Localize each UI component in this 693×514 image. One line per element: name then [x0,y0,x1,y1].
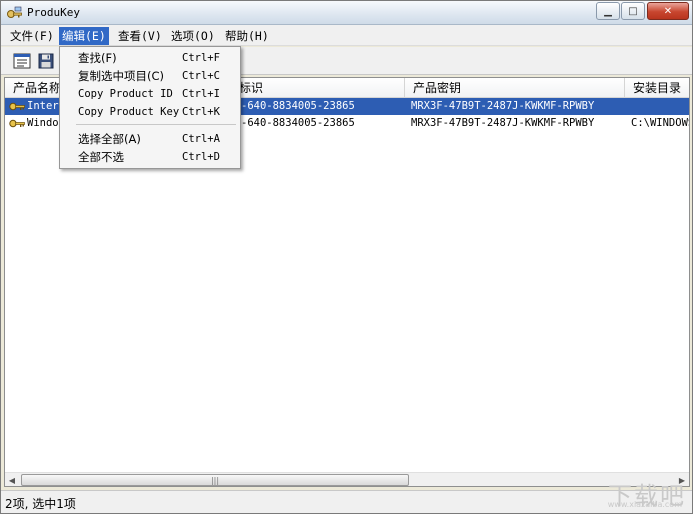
key-icon [7,6,22,18]
window-title: ProduKey [27,6,80,19]
save-button[interactable] [35,50,57,72]
menu-item-shortcut: Ctrl+F [182,52,220,64]
close-button[interactable]: ✕ [647,2,689,20]
menu-item-deselect-all[interactable]: 全部不选 Ctrl+D [62,148,238,166]
minimize-button[interactable]: ▁ [596,2,620,20]
cell-product-key: MRX3F-47B9T-2487J-KWKMF-RPWBY [411,117,595,129]
menu-item-find[interactable]: 查找(F) Ctrl+F [62,49,238,67]
menu-item-select-all[interactable]: 选择全部(A) Ctrl+A [62,130,238,148]
produkey-window: ProduKey ▁ □ ✕ 文件(F) 编辑(E) 查看(V) 选项(O) 帮… [0,0,693,514]
menu-help[interactable]: 帮助(H) [222,27,272,45]
watermark-url: www.xiazaiba.com [607,500,682,509]
cell-product-id: -640-8834005-23865 [241,100,355,112]
horizontal-scrollbar[interactable]: ◀ ||| ▶ [5,472,689,486]
minimize-icon: ▁ [604,5,612,17]
menu-item-label: Copy Product ID [78,88,173,100]
properties-button[interactable] [11,50,33,72]
menu-item-copy-product-id[interactable]: Copy Product ID Ctrl+I [62,85,238,103]
column-header-product-key[interactable]: 产品密钥 [405,78,625,98]
menu-item-label: 选择全部(A) [78,132,141,146]
arrow-left-icon: ◀ [8,475,16,485]
menu-separator [76,124,236,125]
grip-icon: ||| [210,475,220,485]
cell-install-dir: C:\WINDOWS [631,117,689,129]
menu-options[interactable]: 选项(O) [168,27,218,45]
title-bar[interactable]: ProduKey ▁ □ ✕ [1,1,692,25]
menu-item-shortcut: Ctrl+A [182,133,220,145]
status-text: 2项, 选中1项 [5,497,76,511]
menu-item-label: 全部不选 [78,150,124,164]
close-icon: ✕ [663,5,673,17]
menu-item-shortcut: Ctrl+K [182,106,220,118]
menu-item-shortcut: Ctrl+C [182,70,220,82]
menu-bar: 文件(F) 编辑(E) 查看(V) 选项(O) 帮助(H) [1,25,692,46]
scroll-left-button[interactable]: ◀ [5,473,19,486]
status-bar: 2项, 选中1项 下载吧 www.xiazaiba.com [1,482,692,513]
menu-item-shortcut: Ctrl+I [182,88,220,100]
cell-product-key: MRX3F-47B9T-2487J-KWKMF-RPWBY [411,100,595,112]
save-icon [38,53,54,69]
properties-icon [13,53,31,69]
key-icon [9,119,25,128]
cell-product-id: -640-8834005-23865 [241,117,355,129]
menu-item-label: 复制选中项目(C) [78,69,165,83]
maximize-icon: □ [628,5,638,17]
menu-view[interactable]: 查看(V) [115,27,165,45]
cell-product-name: Inter [27,100,59,112]
menu-item-copy-selected[interactable]: 复制选中项目(C) Ctrl+C [62,67,238,85]
menu-item-copy-product-key[interactable]: Copy Product Key Ctrl+K [62,103,238,121]
maximize-button[interactable]: □ [621,2,645,20]
menu-item-shortcut: Ctrl+D [182,151,220,163]
menu-file[interactable]: 文件(F) [7,27,57,45]
menu-item-label: 查找(F) [78,51,117,65]
scroll-thumb[interactable]: ||| [21,474,409,486]
column-header-install-dir[interactable]: 安装目录 [625,78,689,98]
menu-item-label: Copy Product Key [78,106,180,118]
menu-edit[interactable]: 编辑(E) [59,27,109,45]
edit-menu-dropdown: 查找(F) Ctrl+F 复制选中项目(C) Ctrl+C Copy Produ… [59,46,241,169]
cell-product-name: Windo [27,117,59,129]
cell-install-dir [631,98,689,115]
key-icon [9,102,25,111]
